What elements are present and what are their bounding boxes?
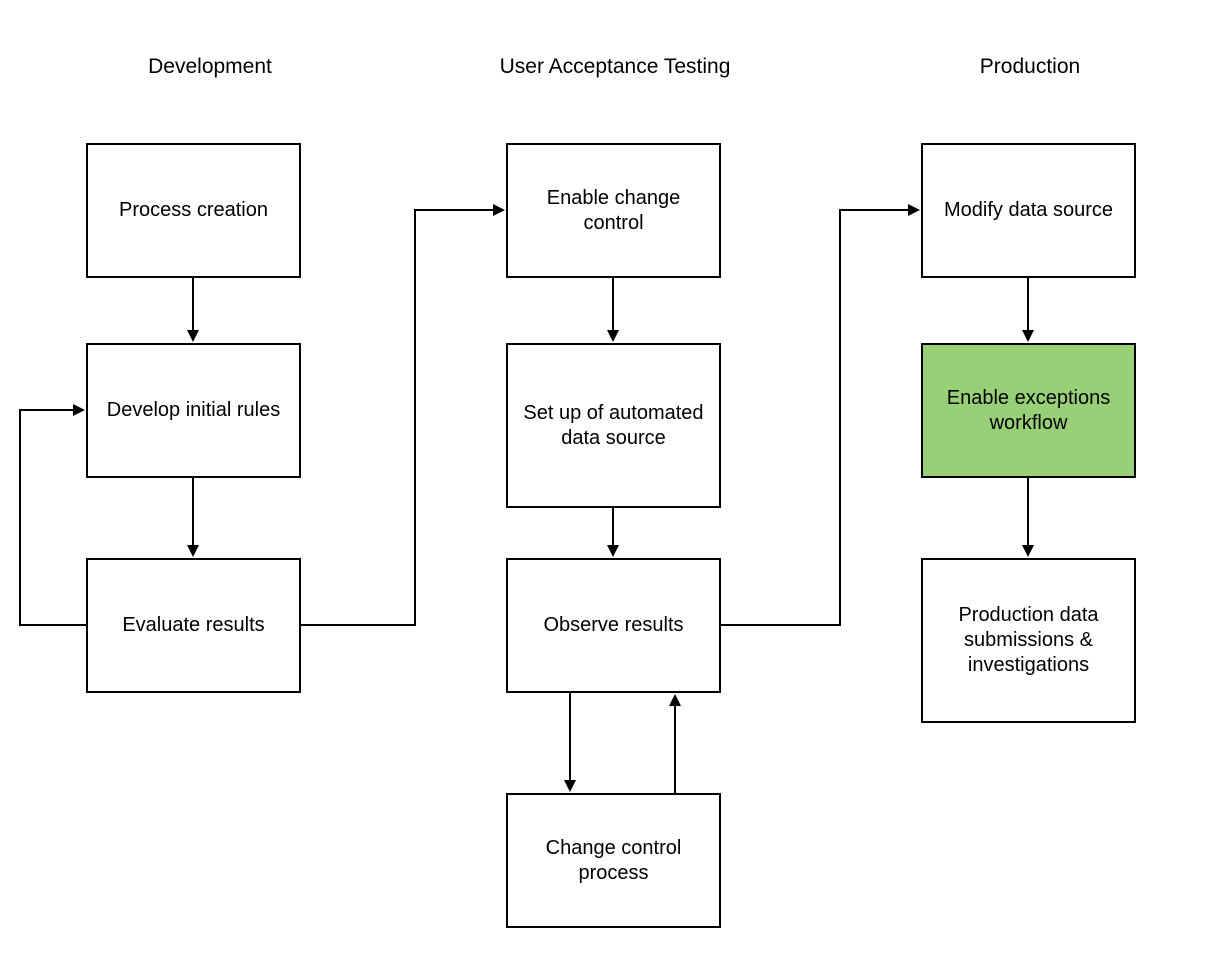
node-label: Production data submissions & investigat…: [929, 603, 1128, 678]
heading-development: Development: [120, 55, 300, 79]
node-develop-initial-rules: Develop initial rules: [86, 343, 301, 478]
node-change-control-process: Change control process: [506, 793, 721, 928]
heading-production: Production: [950, 55, 1110, 79]
node-label: Enable change control: [514, 186, 713, 236]
node-label: Observe results: [543, 613, 683, 638]
node-enable-change-control: Enable change control: [506, 143, 721, 278]
node-modify-data-source: Modify data source: [921, 143, 1136, 278]
heading-uat: User Acceptance Testing: [475, 55, 755, 79]
node-observe-results: Observe results: [506, 558, 721, 693]
node-process-creation: Process creation: [86, 143, 301, 278]
node-label: Process creation: [119, 198, 268, 223]
node-setup-automated-data-source: Set up of automated data source: [506, 343, 721, 508]
node-enable-exceptions-workflow: Enable exceptions workflow: [921, 343, 1136, 478]
node-label: Evaluate results: [122, 613, 264, 638]
node-label: Develop initial rules: [107, 398, 280, 423]
node-label: Enable exceptions workflow: [929, 386, 1128, 436]
node-evaluate-results: Evaluate results: [86, 558, 301, 693]
flowchart-stage: Development User Acceptance Testing Prod…: [0, 0, 1208, 972]
node-label: Set up of automated data source: [514, 401, 713, 451]
node-label: Change control process: [514, 836, 713, 886]
node-label: Modify data source: [944, 198, 1113, 223]
node-production-data-submissions: Production data submissions & investigat…: [921, 558, 1136, 723]
